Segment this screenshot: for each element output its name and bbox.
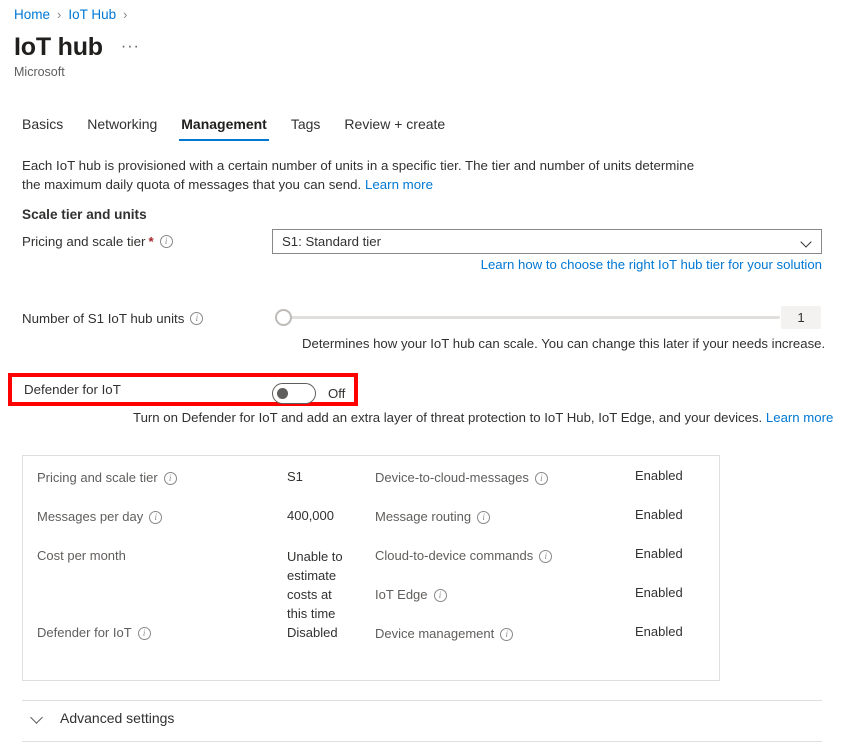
summary-value-cloud-to-device-commands: Enabled [635,546,683,561]
info-icon[interactable]: i [535,472,548,485]
defender-for-iot-toggle-state: Off [328,386,345,401]
summary-label-text: Pricing and scale tier [37,470,158,485]
divider [22,700,822,701]
summary-label-cost-per-month: Cost per month [37,548,126,563]
wizard-tabs: Basics Networking Management Tags Review… [14,114,457,141]
iot-hub-units-slider[interactable] [274,305,780,329]
azure-iot-hub-create-management-page: Home › IoT Hub › IoT hub ··· Microsoft B… [0,0,844,748]
summary-value-cost-per-month: Unable to estimate costs at this time [287,547,355,623]
pricing-and-scale-tier-select[interactable]: S1: Standard tier [272,229,822,254]
breadcrumb-item-iot-hub[interactable]: IoT Hub [68,6,116,24]
info-icon[interactable]: i [539,550,552,563]
summary-value-defender-for-iot: Disabled [287,625,338,640]
summary-label-text: Device-to-cloud-messages [375,470,529,485]
pricing-and-scale-tier-label-text: Pricing and scale tier [22,234,145,249]
summary-label-cloud-to-device-commands: Cloud-to-device commands i [375,548,552,563]
summary-label-iot-edge: IoT Edge i [375,587,447,602]
publisher-label: Microsoft [14,64,65,80]
summary-label-text: Message routing [375,509,471,524]
info-icon[interactable]: i [500,628,513,641]
summary-label-text: Cloud-to-device commands [375,548,533,563]
info-icon[interactable]: i [477,511,490,524]
summary-value-device-to-cloud-messages: Enabled [635,468,683,483]
advanced-settings-label: Advanced settings [60,710,174,726]
defender-help-text: Turn on Defender for IoT and add an extr… [133,410,762,425]
tab-networking[interactable]: Networking [75,114,169,141]
summary-value-device-management: Enabled [635,624,683,639]
tab-basics[interactable]: Basics [14,114,75,141]
breadcrumb-separator-icon: › [57,6,61,24]
divider [22,741,822,742]
tab-review-create[interactable]: Review + create [332,114,457,141]
required-asterisk: * [148,234,153,249]
title-row: IoT hub ··· [14,32,140,62]
breadcrumb-separator-icon: › [123,6,127,24]
chevron-down-icon [30,711,44,725]
info-icon[interactable]: i [434,589,447,602]
summary-label-text: Messages per day [37,509,143,524]
summary-value-iot-edge: Enabled [635,585,683,600]
summary-label-text: IoT Edge [375,587,428,602]
defender-for-iot-label: Defender for IoT [24,382,121,397]
more-options-icon[interactable]: ··· [121,40,140,54]
summary-label-text: Device management [375,626,494,641]
tab-management[interactable]: Management [169,114,279,141]
pricing-and-scale-tier-label: Pricing and scale tier * i [22,234,173,249]
intro-text: Each IoT hub is provisioned with a certa… [22,158,694,192]
summary-label-text: Defender for IoT [37,625,132,640]
info-icon[interactable]: i [160,235,173,248]
slider-track [282,316,780,319]
summary-panel: Pricing and scale tier i Messages per da… [22,455,720,681]
summary-value-message-routing: Enabled [635,507,683,522]
tab-tags[interactable]: Tags [279,114,333,141]
summary-label-text: Cost per month [37,548,126,563]
slider-thumb[interactable] [275,309,292,326]
summary-label-defender-for-iot: Defender for IoT i [37,625,151,640]
breadcrumb: Home › IoT Hub › [14,6,134,24]
summary-label-device-management: Device management i [375,626,513,641]
iot-hub-units-input[interactable]: 1 [781,306,821,329]
advanced-settings-accordion[interactable]: Advanced settings [30,710,174,726]
defender-for-iot-help: Turn on Defender for IoT and add an extr… [133,410,833,425]
intro-learn-more-link[interactable]: Learn more [365,177,433,192]
summary-label-messages-per-day: Messages per day i [37,509,162,524]
chevron-down-icon [801,236,813,248]
tier-help-link[interactable]: Learn how to choose the right IoT hub ti… [481,257,822,272]
iot-hub-units-label-text: Number of S1 IoT hub units [22,311,184,326]
info-icon[interactable]: i [149,511,162,524]
defender-learn-more-link[interactable]: Learn more [766,410,833,425]
summary-value-pricing-and-scale-tier: S1 [287,469,303,484]
info-icon[interactable]: i [138,627,151,640]
info-icon[interactable]: i [190,312,203,325]
info-icon[interactable]: i [164,472,177,485]
page-title: IoT hub [14,32,103,62]
breadcrumb-item-home[interactable]: Home [14,6,50,24]
intro-description: Each IoT hub is provisioned with a certa… [22,156,712,194]
toggle-knob [277,388,288,399]
iot-hub-units-help-text: Determines how your IoT hub can scale. Y… [302,336,825,351]
iot-hub-units-label: Number of S1 IoT hub units i [22,311,203,326]
defender-for-iot-toggle[interactable] [272,383,316,404]
summary-label-message-routing: Message routing i [375,509,490,524]
pricing-and-scale-tier-value: S1: Standard tier [282,234,381,249]
section-heading-scale-tier-and-units: Scale tier and units [22,207,147,222]
summary-value-messages-per-day: 400,000 [287,508,334,523]
summary-label-device-to-cloud-messages: Device-to-cloud-messages i [375,470,548,485]
summary-label-pricing-and-scale-tier: Pricing and scale tier i [37,470,177,485]
